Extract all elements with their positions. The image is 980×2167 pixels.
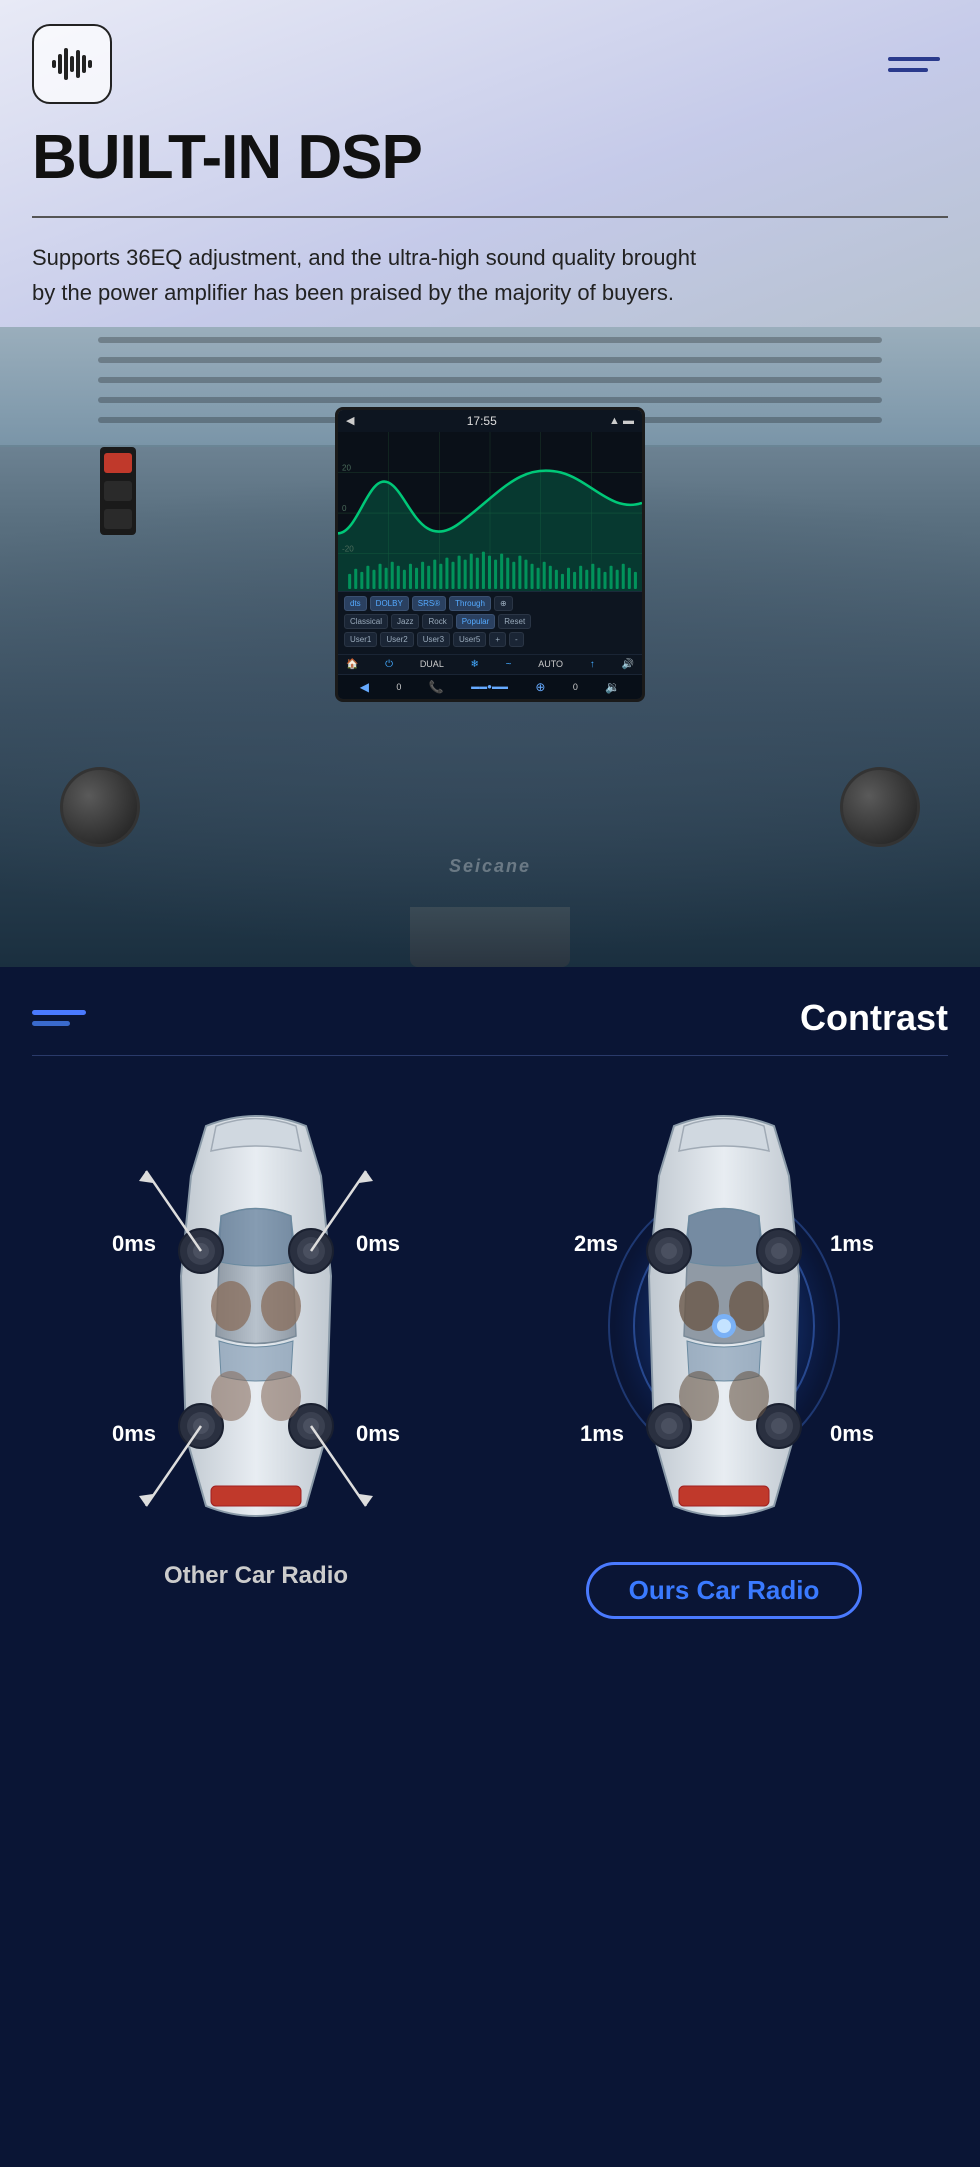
fan-icon: ❄ xyxy=(471,659,479,670)
svg-text:20: 20 xyxy=(342,463,352,472)
eq-reset[interactable]: Reset xyxy=(498,614,531,629)
nav-icon-screen: ↑ xyxy=(590,659,595,670)
contrast-title: Contrast xyxy=(800,997,948,1039)
contrast-icon xyxy=(32,1010,86,1026)
other-car-top-view: 0ms 0ms 0ms 0ms xyxy=(106,1096,406,1546)
our-car-label-button[interactable]: Ours Car Radio xyxy=(586,1562,863,1619)
eq-display: 20 0 -20 xyxy=(338,432,642,592)
contrast-header: Contrast xyxy=(32,997,948,1039)
control-button-2 xyxy=(104,509,132,529)
hazard-button xyxy=(104,453,132,473)
hero-section: BUILT-IN DSP Supports 36EQ adjustment, a… xyxy=(0,0,980,967)
our-car-top-view: 2ms 1ms 1ms 0ms xyxy=(574,1096,874,1546)
our-timing-bl: 1ms xyxy=(580,1421,624,1447)
control-button xyxy=(104,481,132,501)
eq-controls: dts DOLBY SRS® Through ⊕ Classical Jazz … xyxy=(338,592,642,654)
auto-label: AUTO xyxy=(538,659,563,669)
other-car-label: Other Car Radio xyxy=(164,1562,348,1590)
left-knob xyxy=(60,767,140,847)
power-icon: ⏻ xyxy=(385,659,393,670)
eq-rock[interactable]: Rock xyxy=(422,614,452,629)
other-car-svg xyxy=(106,1096,406,1556)
eq-popular[interactable]: Popular xyxy=(456,614,496,629)
svg-text:-20: -20 xyxy=(342,544,354,553)
eq-icon[interactable]: ⊕ xyxy=(494,596,513,611)
title-divider xyxy=(32,216,948,218)
eq-dolby[interactable]: DOLBY xyxy=(370,596,409,611)
page-title: BUILT-IN DSP xyxy=(32,124,948,192)
eq-jazz[interactable]: Jazz xyxy=(391,614,419,629)
eq-user1[interactable]: User1 xyxy=(344,632,377,647)
contrast-divider xyxy=(32,1055,948,1056)
eq-add[interactable]: + xyxy=(489,632,506,647)
contrast-section: Contrast 0ms 0ms 0ms 0ms xyxy=(0,967,980,2167)
steering-icon: ⊕ xyxy=(535,680,545,694)
eq-srs[interactable]: SRS® xyxy=(412,596,446,611)
other-timing-tr: 0ms xyxy=(356,1231,400,1257)
other-timing-br: 0ms xyxy=(356,1421,400,1447)
brand-watermark: Seicane xyxy=(449,856,531,877)
our-car-item: 2ms 1ms 1ms 0ms xyxy=(500,1096,948,1619)
eq-classical[interactable]: Classical xyxy=(344,614,388,629)
other-timing-bl: 0ms xyxy=(112,1421,156,1447)
hero-subtitle: Supports 36EQ adjustment, and the ultra-… xyxy=(0,230,740,326)
nav-bar: ◀ 0 📞 ▬▬●▬▬ ⊕ 0 🔉 xyxy=(338,674,642,699)
our-car-svg xyxy=(574,1096,874,1556)
eq-user5[interactable]: User5 xyxy=(453,632,486,647)
temp-display-2: 0 xyxy=(573,682,578,692)
eq-through[interactable]: Through xyxy=(449,596,491,611)
eq-user3[interactable]: User3 xyxy=(417,632,450,647)
hamburger-menu-button[interactable] xyxy=(880,49,948,80)
right-knob xyxy=(840,767,920,847)
logo xyxy=(32,24,112,104)
our-timing-tr: 1ms xyxy=(830,1231,874,1257)
our-timing-br: 0ms xyxy=(830,1421,874,1447)
vol-icon-nav: 🔉 xyxy=(605,680,620,694)
cars-comparison: 0ms 0ms 0ms 0ms xyxy=(32,1096,948,1619)
screen-time: 17:55 xyxy=(467,414,497,428)
dashboard-image: ◀ 17:55 ▲ ▬ xyxy=(0,327,980,967)
progress-bar: ▬▬●▬▬ xyxy=(471,682,508,691)
our-timing-tl: 2ms xyxy=(574,1231,618,1257)
other-timing-tl: 0ms xyxy=(112,1231,156,1257)
ac-icon: ~ xyxy=(506,659,512,670)
climate-bar: 🏠 ⏻ DUAL ❄ ~ AUTO ↑ 🔊 xyxy=(338,654,642,674)
dual-label: DUAL xyxy=(420,659,444,669)
steering-column xyxy=(410,907,570,967)
screen-status-bar: ◀ 17:55 ▲ ▬ xyxy=(338,410,642,432)
header xyxy=(0,0,980,116)
other-car-item: 0ms 0ms 0ms 0ms xyxy=(32,1096,480,1590)
car-screen: ◀ 17:55 ▲ ▬ xyxy=(335,407,645,702)
home-icon: 🏠 xyxy=(346,659,358,670)
eq-dts[interactable]: dts xyxy=(344,596,367,611)
vol-icon: 🔊 xyxy=(622,659,634,670)
logo-icon xyxy=(46,38,98,90)
eq-remove[interactable]: - xyxy=(509,632,524,647)
left-control-panel xyxy=(100,447,136,535)
svg-text:0: 0 xyxy=(342,504,347,513)
status-icons: ▲ ▬ xyxy=(609,415,634,427)
back-nav: ◀ xyxy=(360,680,369,694)
phone-icon: 📞 xyxy=(429,680,444,694)
back-button: ◀ xyxy=(346,414,354,427)
eq-user2[interactable]: User2 xyxy=(380,632,413,647)
title-area: BUILT-IN DSP xyxy=(0,116,980,204)
temp-display: 0 xyxy=(396,682,401,692)
